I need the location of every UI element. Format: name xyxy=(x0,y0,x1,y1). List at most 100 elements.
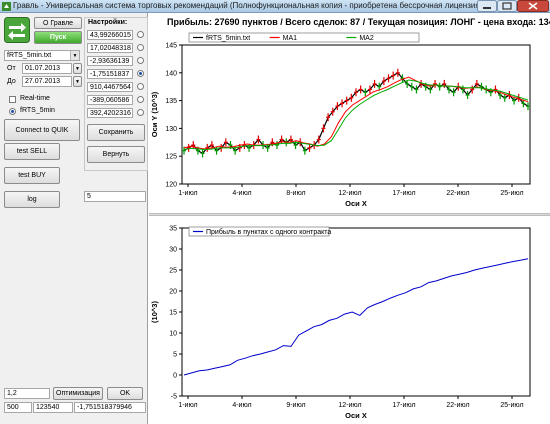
y-tick-label: 20 xyxy=(169,289,177,296)
log-value: 5 xyxy=(87,193,91,200)
file-select-value: fRTS_5min.txt xyxy=(7,52,52,59)
test-sell-button[interactable]: test SELL xyxy=(4,143,60,160)
y-tick-label: 10 xyxy=(169,331,177,338)
y-tick-label: 5 xyxy=(173,352,177,359)
x-tick-label: 25-июл xyxy=(500,190,523,197)
to-label: До xyxy=(7,78,16,85)
setting-field[interactable]: -389,060586 xyxy=(87,95,133,105)
chevron-down-icon[interactable]: ▼ xyxy=(70,51,79,60)
setting-radio[interactable] xyxy=(137,44,144,51)
setting-value: -2,93636139 xyxy=(90,58,130,65)
y-tick-label: 15 xyxy=(169,310,177,317)
setting-field[interactable]: 910,4467564 xyxy=(87,82,133,92)
y-tick-label: 125 xyxy=(165,154,177,161)
x-axis-title: Оси X xyxy=(345,411,367,420)
setting-radio[interactable] xyxy=(137,109,144,116)
from-date-picker-icon[interactable]: ▼ xyxy=(73,63,82,74)
setting-radio[interactable] xyxy=(137,57,144,64)
file-select[interactable]: fRTS_5min.txt ▼ xyxy=(4,50,80,61)
source-label: fRTS_5min xyxy=(20,107,55,114)
optimization-value-field[interactable]: 1,2 xyxy=(4,388,50,399)
legend-entry: Прибыль в пунктах с одного контракта xyxy=(206,228,331,236)
app-icon xyxy=(2,2,11,11)
y-tick-label: 0 xyxy=(173,373,177,380)
profit-summary: Прибыль: 27690 пунктов / Всего сделок: 8… xyxy=(167,17,550,27)
bottom-field-2[interactable]: 123540 xyxy=(33,402,73,413)
plot-frame xyxy=(181,44,531,185)
setting-value: -1,75151837 xyxy=(90,71,130,78)
x-tick-label: 1-июл xyxy=(178,402,197,409)
source-radio[interactable] xyxy=(9,108,16,115)
bottom-field-1[interactable]: 500 xyxy=(4,402,32,413)
log-button[interactable]: log xyxy=(4,191,60,208)
to-date-field[interactable]: 27.07.2013 xyxy=(22,76,72,87)
setting-value: -389,060586 xyxy=(90,97,130,104)
realtime-checkbox[interactable] xyxy=(9,96,16,103)
window-title-bar[interactable]: Гравль - Универсальная система торговых … xyxy=(0,0,550,13)
setting-field[interactable]: 43,99266015 xyxy=(87,30,133,40)
x-axis-title: Оси X xyxy=(345,199,367,208)
restore-button[interactable]: Вернуть xyxy=(87,146,145,163)
x-tick-label: 4-июл xyxy=(232,402,251,409)
legend-entry: MA1 xyxy=(283,35,298,42)
x-tick-label: 4-июл xyxy=(232,190,251,197)
setting-radio[interactable] xyxy=(137,83,144,90)
save-button[interactable]: Сохранить xyxy=(87,124,145,141)
setting-radio[interactable] xyxy=(137,31,144,38)
legend-entry: MA2 xyxy=(359,35,374,42)
from-date-field[interactable]: 01.07.2013 xyxy=(22,63,72,74)
profit-chart: -5 0 5 10 15 20 25 30 35 1-июл 4-июл 9-июл 12-июл 17-… xyxy=(150,226,531,420)
settings-title: Настройки: xyxy=(88,19,128,26)
bottom-value-2: 123540 xyxy=(36,404,60,411)
y-tick-label: 35 xyxy=(169,226,177,233)
optimization-value: 1,2 xyxy=(7,390,17,397)
chart-splitter[interactable] xyxy=(149,213,550,216)
realtime-label: Real-time xyxy=(20,95,50,102)
close-icon[interactable] xyxy=(517,0,549,12)
x-tick-label: 12-июл xyxy=(338,402,361,409)
setting-field[interactable]: 392,4202316 xyxy=(87,108,133,118)
to-date-value: 27.07.2013 xyxy=(25,78,61,85)
y-axis-title: (10^3) xyxy=(150,301,159,323)
bottom-field-3[interactable]: -1,751518379946 xyxy=(74,402,146,413)
x-tick-label: 22-июл xyxy=(446,190,469,197)
x-tick-label: 22-июл xyxy=(446,402,469,409)
y-tick-label: 120 xyxy=(165,182,177,189)
chart-area: Прибыль: 27690 пунктов / Всего сделок: 8… xyxy=(149,13,550,424)
refresh-arrows-icon[interactable] xyxy=(4,17,30,43)
setting-field[interactable]: -2,93636139 xyxy=(87,56,133,66)
setting-field[interactable]: 17,02048318 xyxy=(87,43,133,53)
price-chart: 120 125 130 135 140 145 1-июл 4-июл 8-июл 12-июл 1… xyxy=(150,32,531,208)
setting-radio-selected[interactable] xyxy=(137,70,144,77)
minimize-icon[interactable] xyxy=(477,0,497,12)
x-tick-label: 1-июл xyxy=(178,190,197,197)
test-buy-button[interactable]: test BUY xyxy=(4,167,60,184)
run-button[interactable]: Пуск xyxy=(34,31,82,44)
from-label: От xyxy=(7,65,16,72)
optimize-button[interactable]: Оптимизация xyxy=(53,387,103,400)
log-value-field[interactable]: 5 xyxy=(84,191,146,202)
window-title: Гравль - Универсальная система торговых … xyxy=(13,1,483,10)
x-tick-label: 17-июл xyxy=(392,190,415,197)
y-tick-label: 30 xyxy=(169,247,177,254)
setting-value: 17,02048318 xyxy=(90,45,131,52)
x-tick-label: 8-июл xyxy=(286,190,305,197)
from-date-value: 01.07.2013 xyxy=(25,65,61,72)
connect-quik-button[interactable]: Connect to QUIK xyxy=(4,119,80,141)
setting-field[interactable]: -1,75151837 xyxy=(87,69,133,79)
y-axis-title: Оси Y (10^3) xyxy=(150,91,159,137)
legend-entry: fRTS_5min.txt xyxy=(206,35,250,42)
maximize-icon[interactable] xyxy=(497,0,517,12)
to-date-picker-icon[interactable]: ▼ xyxy=(73,76,82,87)
setting-value: 392,4202316 xyxy=(90,110,131,117)
x-tick-label: 25-июл xyxy=(500,402,523,409)
about-button[interactable]: О Гравле xyxy=(34,17,82,29)
setting-radio[interactable] xyxy=(137,96,144,103)
y-tick-label: 145 xyxy=(165,43,177,50)
ok-button[interactable]: OK xyxy=(107,387,143,400)
y-tick-label: 130 xyxy=(165,126,177,133)
settings-group: Настройки: 43,99266015 17,02048318 -2,93… xyxy=(84,17,148,171)
plot-frame xyxy=(181,227,531,397)
x-tick-label: 12-июл xyxy=(338,190,361,197)
y-tick-label: 140 xyxy=(165,70,177,77)
